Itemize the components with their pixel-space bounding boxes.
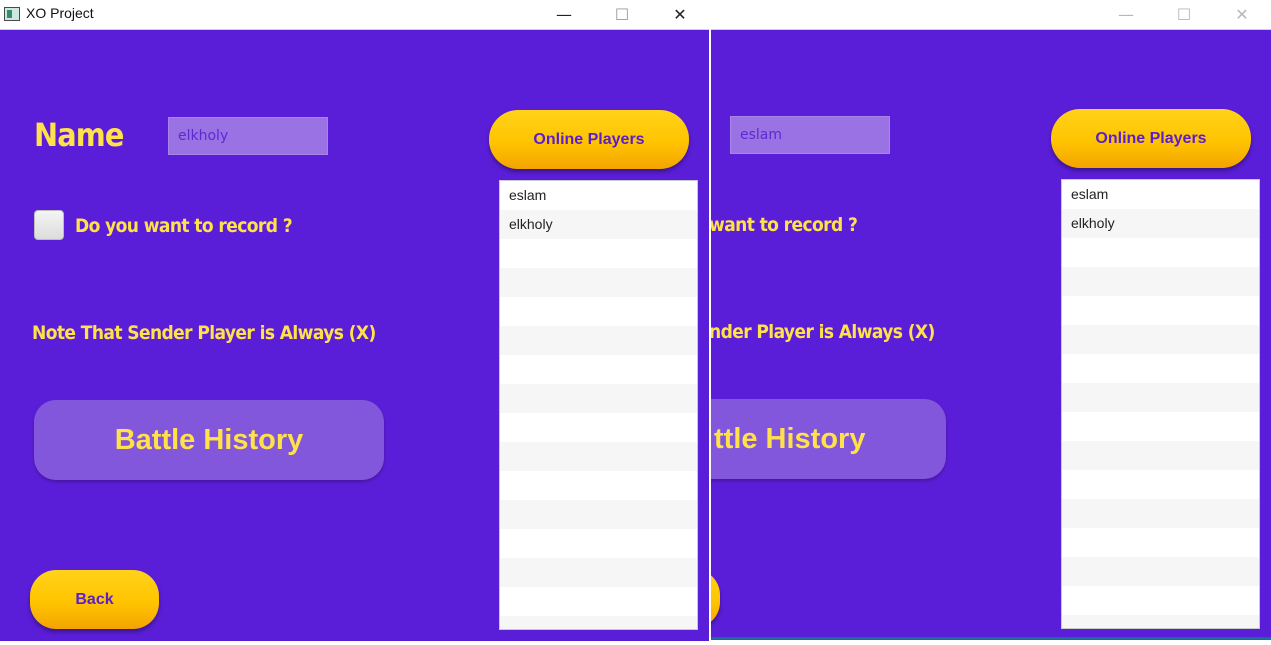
- back-button[interactable]: Back: [30, 570, 159, 629]
- list-item[interactable]: [1062, 325, 1259, 354]
- maximize-button[interactable]: ☐: [1155, 0, 1213, 29]
- list-item[interactable]: [1062, 354, 1259, 383]
- name-input[interactable]: eslam: [730, 116, 890, 154]
- battle-history-button[interactable]: Battle History: [34, 400, 384, 480]
- list-item[interactable]: [1062, 557, 1259, 586]
- list-item[interactable]: [1062, 470, 1259, 499]
- list-item[interactable]: [500, 239, 697, 268]
- list-item[interactable]: [500, 413, 697, 442]
- battle-history-label: Battle History: [114, 423, 304, 456]
- list-item[interactable]: [1062, 615, 1259, 628]
- back-button[interactable]: [711, 569, 720, 628]
- window-title: XO Project: [26, 5, 94, 21]
- online-players-list[interactable]: eslam elkholy: [499, 180, 698, 630]
- minimize-icon: —: [556, 5, 572, 24]
- taskbar-edge: [711, 637, 1271, 640]
- list-item[interactable]: [1062, 586, 1259, 615]
- list-item[interactable]: [500, 326, 697, 355]
- left-content: Name elkholy Online Players Do you want …: [0, 30, 709, 641]
- list-item[interactable]: elkholy: [500, 210, 697, 239]
- right-title-bar: — ☐ ✕: [711, 0, 1271, 30]
- battle-history-button[interactable]: ttle History: [711, 399, 946, 479]
- list-item[interactable]: [1062, 528, 1259, 557]
- list-item[interactable]: [1062, 499, 1259, 528]
- right-app-window: — ☐ ✕ eslam Online Players want to recor…: [711, 0, 1271, 640]
- list-item[interactable]: [500, 558, 697, 587]
- battle-history-label: ttle History: [714, 422, 866, 455]
- list-item[interactable]: [1062, 383, 1259, 412]
- close-button[interactable]: ✕: [1213, 0, 1271, 29]
- close-icon: ✕: [673, 5, 687, 24]
- maximize-icon: ☐: [1176, 5, 1192, 24]
- minimize-button[interactable]: —: [1097, 0, 1155, 29]
- minimize-icon: —: [1118, 5, 1134, 24]
- close-icon: ✕: [1235, 5, 1249, 24]
- maximize-icon: ☐: [614, 5, 630, 24]
- list-item[interactable]: [500, 384, 697, 413]
- record-checkbox[interactable]: [34, 210, 64, 240]
- list-item[interactable]: [500, 587, 697, 616]
- maximize-button[interactable]: ☐: [593, 0, 651, 29]
- close-button[interactable]: ✕: [651, 0, 709, 29]
- list-item[interactable]: [500, 500, 697, 529]
- list-item[interactable]: [500, 616, 697, 629]
- list-item[interactable]: [500, 442, 697, 471]
- list-item[interactable]: eslam: [1062, 180, 1259, 209]
- name-input[interactable]: elkholy: [168, 117, 328, 155]
- left-title-bar: XO Project — ☐ ✕: [0, 0, 709, 30]
- list-item[interactable]: [500, 471, 697, 500]
- list-item[interactable]: [1062, 296, 1259, 325]
- online-players-list[interactable]: eslam elkholy: [1061, 179, 1260, 629]
- list-item[interactable]: elkholy: [1062, 209, 1259, 238]
- app-icon: [4, 7, 20, 21]
- record-label: want to record ?: [711, 214, 858, 236]
- right-content: eslam Online Players want to record ? nd…: [711, 30, 1271, 640]
- note-text: Note That Sender Player is Always (X): [32, 322, 376, 344]
- list-item[interactable]: eslam: [500, 181, 697, 210]
- list-item[interactable]: [500, 268, 697, 297]
- list-item[interactable]: [500, 529, 697, 558]
- list-item[interactable]: [1062, 267, 1259, 296]
- online-players-button[interactable]: Online Players: [489, 110, 689, 169]
- minimize-button[interactable]: —: [535, 0, 593, 29]
- list-item[interactable]: [500, 297, 697, 326]
- name-label: Name: [34, 116, 124, 154]
- record-label: Do you want to record ?: [75, 215, 293, 237]
- list-item[interactable]: [1062, 412, 1259, 441]
- list-item[interactable]: [500, 355, 697, 384]
- back-label: Back: [75, 590, 114, 608]
- online-players-button[interactable]: Online Players: [1051, 109, 1251, 168]
- list-item[interactable]: [1062, 238, 1259, 267]
- list-item[interactable]: [1062, 441, 1259, 470]
- left-app-window: XO Project — ☐ ✕ Name elkholy Online Pla…: [0, 0, 711, 641]
- note-text: nder Player is Always (X): [711, 321, 935, 343]
